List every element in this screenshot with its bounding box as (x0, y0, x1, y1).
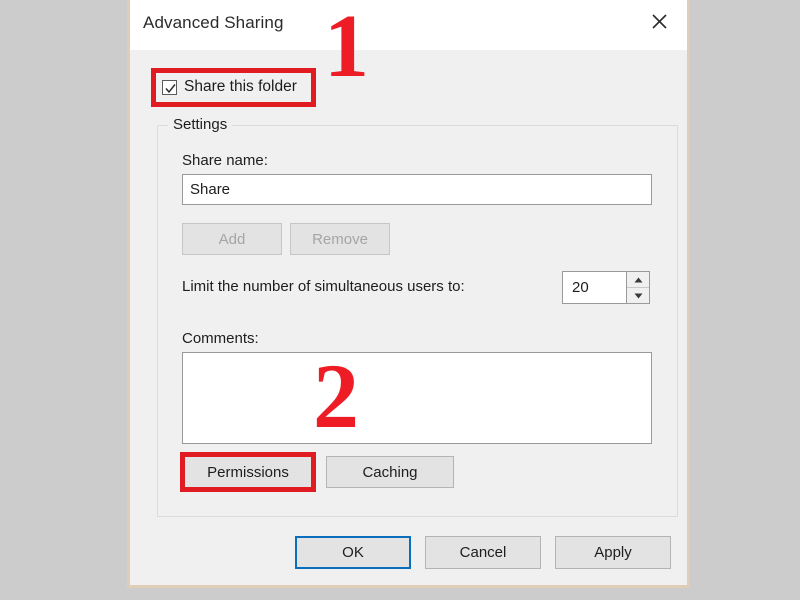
caching-button[interactable]: Caching (326, 456, 454, 488)
comments-input[interactable] (182, 352, 652, 444)
spinner-up-arrow-icon[interactable] (627, 272, 649, 288)
share-name-input[interactable] (182, 174, 652, 205)
advanced-sharing-dialog: Advanced Sharing Share this folder 1 Set… (127, 0, 690, 588)
comments-label: Comments: (182, 330, 259, 347)
share-name-label: Share name: (182, 152, 268, 169)
share-this-folder-label: Share this folder (184, 78, 297, 95)
checkbox-icon (162, 79, 177, 95)
apply-button[interactable]: Apply (555, 536, 671, 569)
add-button[interactable]: Add (182, 223, 282, 255)
remove-button[interactable]: Remove (290, 223, 390, 255)
dialog-titlebar: Advanced Sharing (130, 0, 687, 50)
ok-button[interactable]: OK (295, 536, 411, 569)
cancel-button[interactable]: Cancel (425, 536, 541, 569)
limit-users-stepper[interactable]: 20 (562, 271, 650, 304)
settings-groupbox-label: Settings (168, 116, 233, 133)
dialog-client-area: Share this folder 1 Settings Share name:… (130, 2, 687, 585)
limit-users-label: Limit the number of simultaneous users t… (182, 278, 465, 295)
spinner-down-arrow-icon[interactable] (627, 288, 649, 303)
dialog-title: Advanced Sharing (143, 13, 284, 32)
permissions-button[interactable]: Permissions (184, 456, 312, 488)
close-icon[interactable] (639, 4, 679, 38)
stepper-buttons (626, 272, 649, 303)
share-this-folder-checkbox[interactable]: Share this folder (155, 72, 304, 102)
limit-users-value[interactable]: 20 (563, 272, 626, 303)
